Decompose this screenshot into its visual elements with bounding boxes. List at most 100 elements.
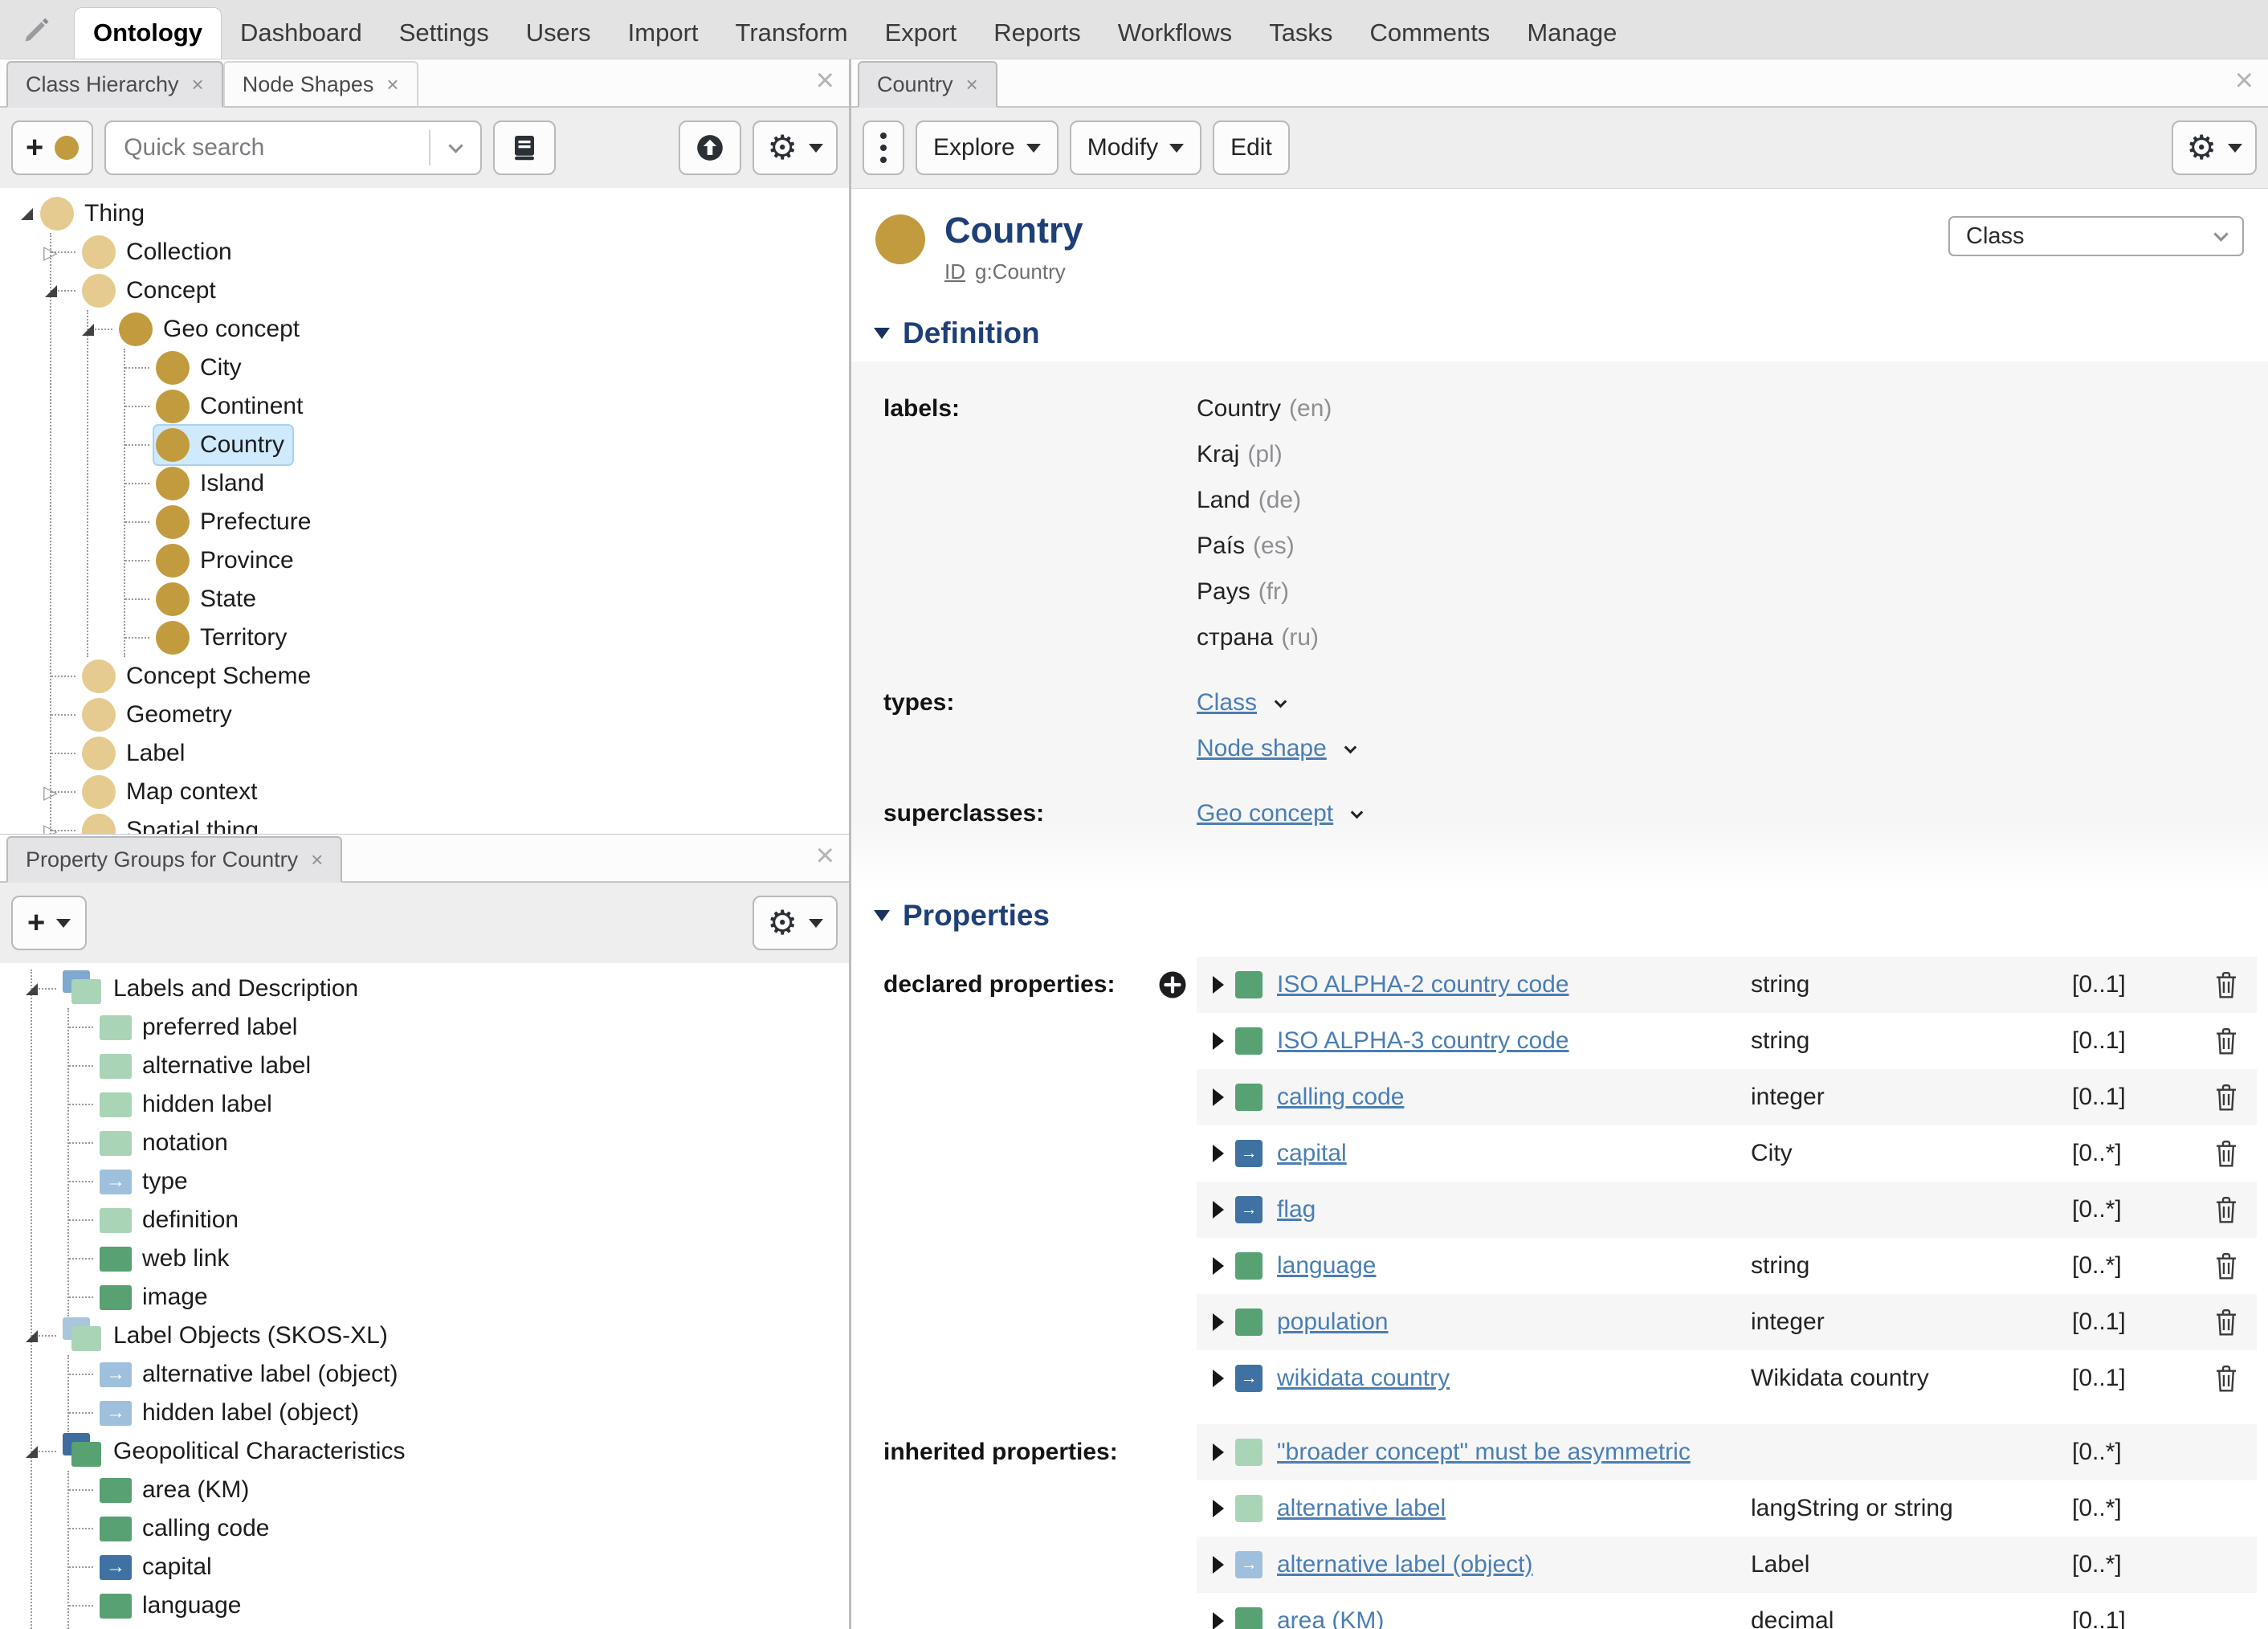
nav-item-transform[interactable]: Transform [717, 7, 867, 59]
property-link[interactable]: wikidata country [1277, 1365, 1751, 1392]
close-icon[interactable]: × [966, 72, 978, 97]
chevron-down-icon[interactable] [1350, 806, 1364, 819]
link-class[interactable]: Class [1197, 689, 1257, 717]
nav-item-tasks[interactable]: Tasks [1250, 7, 1351, 59]
toggle-expanded-icon[interactable] [19, 1445, 43, 1458]
property-link[interactable]: area (KM) [1277, 1607, 1751, 1629]
expand-caret-icon[interactable] [1213, 1201, 1224, 1219]
definition-section-header[interactable]: Definition [851, 296, 2268, 361]
modify-button[interactable]: Modify [1069, 120, 1202, 175]
add-property-group-button[interactable]: + [11, 896, 88, 950]
tree-node-geo-concept[interactable]: Geo concept [117, 310, 308, 349]
expand-caret-icon[interactable] [1213, 1088, 1224, 1106]
nav-item-ontology[interactable]: Ontology [74, 7, 222, 59]
tree-node-hidden-label-object[interactable]: → hidden label (object) [98, 1397, 367, 1429]
expand-caret-icon[interactable] [1213, 1612, 1224, 1629]
entity-type-select[interactable]: Class [1948, 216, 2244, 256]
expand-caret-icon[interactable] [1213, 1370, 1224, 1387]
tab-property-groups[interactable]: Property Groups for Country × [6, 836, 343, 883]
explore-button[interactable]: Explore [916, 120, 1059, 175]
tree-node-label[interactable]: Label [80, 734, 193, 773]
property-link[interactable]: flag [1277, 1196, 1751, 1223]
close-icon[interactable]: × [311, 847, 323, 872]
toggle-expanded-icon[interactable] [39, 284, 63, 297]
delete-property-button[interactable] [2213, 1251, 2239, 1280]
property-link[interactable]: population [1277, 1309, 1751, 1336]
property-link[interactable]: capital [1277, 1140, 1751, 1167]
settings-button[interactable]: ⚙ [753, 896, 838, 950]
property-link[interactable]: "broader concept" must be asymmetric [1277, 1439, 1751, 1466]
tree-node-area-km[interactable]: area (KM) [98, 1474, 257, 1506]
nav-item-comments[interactable]: Comments [1351, 7, 1508, 59]
settings-button[interactable]: ⚙ [753, 120, 838, 175]
dictionary-button[interactable] [493, 120, 557, 175]
nav-item-import[interactable]: Import [610, 7, 717, 59]
toggle-expanded-icon[interactable] [19, 1329, 43, 1342]
property-link[interactable]: calling code [1277, 1084, 1751, 1111]
property-link[interactable]: ISO ALPHA-2 country code [1277, 971, 1751, 998]
tree-node-thing[interactable]: Thing [39, 194, 153, 233]
expand-caret-icon[interactable] [1213, 1145, 1224, 1162]
tree-node-island[interactable]: Island [154, 464, 272, 503]
toggle-collapsed-icon[interactable]: ▷ [39, 243, 63, 262]
panel-close-icon[interactable]: × [2235, 64, 2254, 96]
link-geo-concept[interactable]: Geo concept [1197, 800, 1333, 827]
edit-button[interactable]: Edit [1213, 120, 1290, 175]
chevron-down-icon[interactable] [1274, 695, 1287, 708]
link-node-shape[interactable]: Node shape [1197, 735, 1327, 762]
upload-button[interactable] [679, 120, 742, 175]
delete-property-button[interactable] [2213, 1139, 2239, 1168]
tree-node-spatial-thing[interactable]: Spatial thing [80, 811, 267, 834]
tree-node-geometry[interactable]: Geometry [80, 696, 240, 734]
expand-caret-icon[interactable] [1213, 1313, 1224, 1331]
tree-node-geopolitical-characteristics[interactable]: Geopolitical Characteristics [61, 1431, 413, 1472]
id-key[interactable]: ID [944, 259, 965, 284]
properties-section-header[interactable]: Properties [851, 892, 2268, 944]
tree-node-label-objects-skos-xl[interactable]: Label Objects (SKOS-XL) [61, 1315, 396, 1357]
tree-node-continent[interactable]: Continent [154, 387, 311, 426]
nav-item-users[interactable]: Users [508, 7, 610, 59]
close-icon[interactable]: × [386, 72, 398, 97]
delete-property-button[interactable] [2213, 1308, 2239, 1337]
nav-item-export[interactable]: Export [867, 7, 976, 59]
search-dropdown[interactable] [429, 130, 480, 165]
property-link[interactable]: language [1277, 1252, 1751, 1280]
more-actions-button[interactable] [863, 120, 904, 175]
search-input[interactable] [106, 134, 430, 161]
tree-node-labels-and-description[interactable]: Labels and Description [61, 968, 366, 1010]
delete-property-button[interactable] [2213, 1195, 2239, 1224]
tree-node-prefecture[interactable]: Prefecture [154, 503, 319, 541]
tree-node-concept-scheme[interactable]: Concept Scheme [80, 657, 319, 696]
close-icon[interactable]: × [192, 72, 204, 97]
nav-item-dashboard[interactable]: Dashboard [222, 7, 381, 59]
nav-item-workflows[interactable]: Workflows [1099, 7, 1250, 59]
tab-country[interactable]: Country × [858, 61, 997, 108]
nav-item-settings[interactable]: Settings [381, 7, 508, 59]
tree-node-image[interactable]: image [98, 1281, 216, 1313]
delete-property-button[interactable] [2213, 970, 2239, 999]
toggle-expanded-icon[interactable] [19, 982, 43, 995]
toggle-expanded-icon[interactable] [75, 323, 100, 336]
tree-node-hidden-label[interactable]: hidden label [98, 1088, 280, 1121]
tree-node-preferred-label[interactable]: preferred label [98, 1011, 305, 1043]
nav-item-reports[interactable]: Reports [975, 7, 1099, 59]
tree-node-type[interactable]: → type [98, 1166, 196, 1198]
tree-node-web-link[interactable]: web link [98, 1243, 237, 1275]
tree-node-alternative-label-object[interactable]: → alternative label (object) [98, 1358, 406, 1390]
tree-node-concept[interactable]: Concept [80, 272, 224, 310]
tree-node-alternative-label[interactable]: alternative label [98, 1050, 319, 1082]
delete-property-button[interactable] [2213, 1027, 2239, 1055]
tab-class-hierarchy[interactable]: Class Hierarchy × [6, 61, 223, 108]
chevron-down-icon[interactable] [1344, 741, 1357, 753]
pencil-icon[interactable] [21, 14, 53, 46]
tree-node-capital[interactable]: → capital [98, 1551, 220, 1583]
tree-node-notation[interactable]: notation [98, 1127, 236, 1159]
expand-caret-icon[interactable] [1213, 1500, 1224, 1517]
tree-node-language[interactable]: language [98, 1590, 249, 1622]
add-property-button[interactable] [1158, 970, 1187, 999]
expand-caret-icon[interactable] [1213, 1032, 1224, 1050]
tree-node-calling-code[interactable]: calling code [98, 1513, 277, 1545]
tree-node-map-context[interactable]: Map context [80, 773, 265, 811]
property-link[interactable]: alternative label [1277, 1495, 1751, 1522]
tree-node-territory[interactable]: Territory [154, 619, 295, 657]
